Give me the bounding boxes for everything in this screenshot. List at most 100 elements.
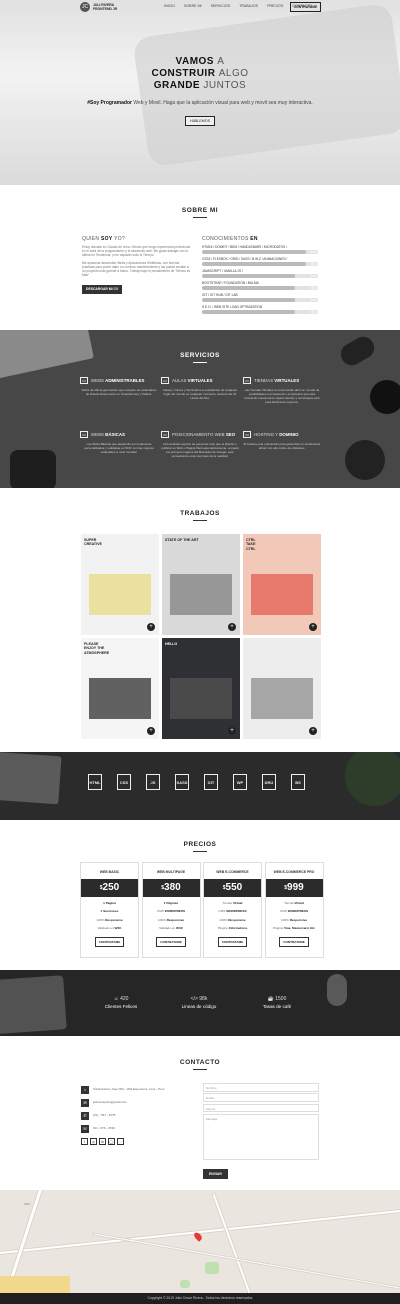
work-card[interactable]: SUPER CREATIVE + xyxy=(81,534,159,635)
keyboard-photo xyxy=(0,752,62,805)
skill-item: CSS3 / FLEXBOX / GRID / SASS / B.W.Z / A… xyxy=(202,257,318,266)
work-card[interactable]: STATE OF THE ART + xyxy=(162,534,240,635)
contact-text: (01) - 587 - 2578 xyxy=(93,1113,116,1118)
tech-bs-icon: BS xyxy=(291,774,305,790)
skill-label: GIT / GIT HUB / GIT LAB xyxy=(202,293,238,297)
social-icon[interactable]: ◯ xyxy=(108,1138,115,1145)
work-plus-icon[interactable]: + xyxy=(228,623,236,631)
social-icon[interactable]: f xyxy=(81,1138,88,1145)
social-icon[interactable]: in xyxy=(99,1138,106,1145)
work-artwork xyxy=(250,574,314,615)
nav-contratame-button[interactable]: CONTRATAME xyxy=(290,2,321,12)
work-title: PLEASE ENJOY THE ATMOSPHERE xyxy=(84,642,110,655)
send-button[interactable]: ENVIAR xyxy=(203,1168,228,1179)
plan-feature-bold: Virtual xyxy=(294,901,304,906)
service-title-bold: SEO xyxy=(225,432,236,437)
hero-line-2-bold: CONSTRUIR xyxy=(151,68,216,79)
stat-item: </> 98k Lineas de código xyxy=(160,996,238,1009)
about-heading-post: YO? xyxy=(114,236,126,242)
service-title-bold: ADMINISTRABLES xyxy=(105,378,145,383)
plan-contratame-button[interactable]: CONTRATAME xyxy=(217,936,248,947)
skills-heading: CONOCIMIENTOS EN xyxy=(202,236,318,242)
skill-label: HTML5 / DOMEIT / BEM / HANDLEBARS / MICR… xyxy=(202,245,288,249)
work-plus-icon[interactable]: + xyxy=(228,727,236,735)
service-item: ▭ TIENDAS VIRTUALES Las Tiendas Virtuales … xyxy=(243,377,321,404)
service-title-bold: VIRTUALES xyxy=(187,378,213,383)
map[interactable]: UPC xyxy=(0,1190,400,1293)
work-plus-icon[interactable]: + xyxy=(309,623,317,631)
stat-icon: ☕ xyxy=(267,996,274,1002)
service-title-pre: WEBS xyxy=(91,378,104,383)
pricing-plan: WEB E-COMMERCE $550 Tienda Virtual CMS WORD… xyxy=(203,862,262,958)
plan-feature: 100% Responsive xyxy=(81,918,138,922)
plan-contratame-button[interactable]: CONTRATAME xyxy=(156,936,186,947)
contact-item: ☏ 011 - 576 - 2536 xyxy=(81,1125,193,1133)
form-field-nombre[interactable]: Nombre xyxy=(203,1083,319,1092)
hero-line-3: GRANDE JUNTOS xyxy=(0,80,400,92)
skill-label: BOOTSTRAP / FOUNDATION / BULMA xyxy=(202,281,259,285)
work-artwork xyxy=(88,574,152,615)
service-title-bold: DOMINIO xyxy=(279,432,299,437)
skill-item: HTML5 / DOMEIT / BEM / HANDLEBARS / MICR… xyxy=(202,245,318,254)
plan-contratame-button[interactable]: CONTRATAME xyxy=(279,936,309,947)
form-field-email[interactable]: Email xyxy=(203,1093,319,1102)
download-cv-button[interactable]: DESCARGAR MI CV xyxy=(82,284,123,294)
plan-name: WEB BASIC xyxy=(99,870,120,874)
work-card[interactable]: HELLO + xyxy=(162,638,240,739)
stat-number: 420 xyxy=(120,996,129,1002)
service-description: Las Tiendas Virtuales te comenzarán abri… xyxy=(244,388,320,404)
work-artwork xyxy=(169,678,233,719)
skills-list: HTML5 / DOMEIT / BEM / HANDLEBARS / MICR… xyxy=(202,245,318,314)
hero-line-1-light: A xyxy=(217,56,225,67)
about-heading-pre: QUIEN xyxy=(82,236,100,242)
stat-icon: </> xyxy=(190,996,198,1002)
skill-bar-fill xyxy=(202,250,307,254)
skill-item: GIT / GIT HUB / GIT LAB 80% xyxy=(202,293,318,302)
contact-icon: ✆ xyxy=(81,1112,89,1120)
coffee-cup-photo xyxy=(370,380,400,414)
skills-heading-bold: EN xyxy=(250,236,258,242)
map-road xyxy=(0,1208,400,1256)
work-plus-icon[interactable]: + xyxy=(147,727,155,735)
nav-link-sobre-mi[interactable]: SOBRE MI xyxy=(184,4,202,8)
work-plus-icon[interactable]: + xyxy=(309,727,317,735)
plan-feature-pre: 100% xyxy=(157,917,167,922)
plan-feature-bold: Visa, Mastercard, Etc xyxy=(283,925,316,930)
hero-cta-button[interactable]: HÁBLEMOS xyxy=(185,116,215,126)
social-icon[interactable]: ◎ xyxy=(90,1138,97,1145)
service-heading: ▭ TIENDAS VIRTUALES xyxy=(243,377,321,384)
social-icon[interactable]: ◌ xyxy=(117,1138,124,1145)
work-artwork xyxy=(169,574,233,615)
plan-feature: Validado en W3C xyxy=(143,926,200,930)
plan-feature-bold: 1 Página xyxy=(103,901,116,906)
skill-percent: 80% xyxy=(310,286,316,290)
form-field-mensaje[interactable]: Mensaje xyxy=(203,1113,319,1160)
service-title: WEBS ADMINISTRABLES xyxy=(91,378,144,383)
about-heading: QUIEN SOY YO? xyxy=(82,236,192,242)
hero-subtitle-bold: #Soy Programador xyxy=(87,100,132,106)
contact-text: Urbanización Jose (95) - Villa Esperanza… xyxy=(93,1087,165,1092)
nav-link-servicios[interactable]: SERVICIOS xyxy=(211,4,231,8)
plan-feature: Tienda Virtual xyxy=(266,901,323,905)
skill-bar-fill xyxy=(202,310,295,314)
plan-feature: CMS WORDPRESS xyxy=(204,909,261,913)
skill-bar-fill xyxy=(202,262,307,266)
nav-link-trabajos[interactable]: TRABAJOS xyxy=(239,4,258,8)
skill-percent: 80% xyxy=(310,298,316,302)
hero-line-3-light: JUNTOS xyxy=(203,80,247,91)
work-card[interactable]: PLEASE ENJOY THE ATMOSPHERE + xyxy=(81,638,159,739)
contact-icon: ✉ xyxy=(81,1099,89,1107)
work-card[interactable]: + xyxy=(243,638,321,739)
skill-bar: 90% xyxy=(202,250,318,254)
work-plus-icon[interactable]: + xyxy=(147,623,155,631)
form-field-asunto[interactable]: Asunto xyxy=(203,1103,319,1113)
site-logo[interactable]: JC JULI RIVERA FRONTEND JR xyxy=(80,2,117,12)
skill-bar-fill xyxy=(202,298,295,302)
plan-contratame-button[interactable]: CONTRATAME xyxy=(94,936,125,947)
nav-link-inicio[interactable]: INICIO xyxy=(164,4,175,8)
pricing-plan: WEB MULTIPAGE $380 1 Páginas CMS WORDPRESS 1… xyxy=(141,862,201,958)
work-card[interactable]: CTRL TAKE CTRL + xyxy=(243,534,321,635)
plan-feature: CMS WORDPRESS xyxy=(266,909,323,913)
skill-label: JAVASCRIPT / VANILLA JS / xyxy=(202,269,243,273)
nav-link-precios[interactable]: PRECIOS xyxy=(267,4,283,8)
